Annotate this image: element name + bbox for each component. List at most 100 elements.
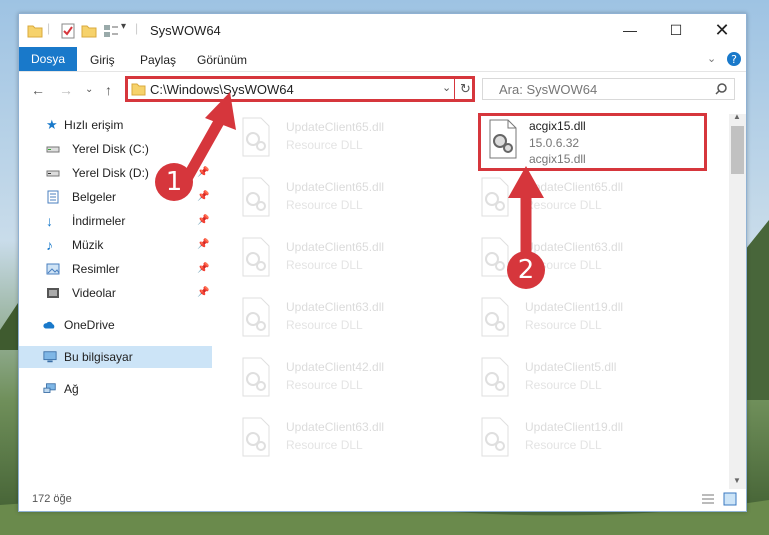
folder-icon [27, 25, 43, 38]
search-icon[interactable] [715, 83, 727, 95]
star-icon: ★ [46, 117, 58, 132]
sidebar-item-label: OneDrive [64, 318, 115, 332]
file-type: Resource DLL [286, 258, 363, 272]
sidebar-item-this-pc[interactable]: Bu bilgisayar [19, 346, 212, 368]
sidebar-item-label: Videolar [72, 286, 116, 300]
scrollbar-thumb[interactable] [731, 126, 744, 174]
sidebar-item-network[interactable]: Ağ [19, 378, 212, 400]
file-item[interactable]: UpdateClient42.dll Resource DLL [224, 354, 454, 404]
status-bar: 172 öğe [19, 489, 746, 511]
title-bar[interactable]: | ▾ | SysWOW64 — ☐ ✕ [19, 14, 746, 47]
tab-home[interactable]: Giriş [90, 50, 115, 70]
network-icon [43, 383, 56, 393]
dll-file-icon [242, 417, 270, 457]
dll-file-icon [242, 237, 270, 277]
customize-toolbar-icon[interactable] [103, 23, 119, 39]
sidebar-item-label: Yerel Disk (C:) [72, 142, 149, 156]
file-name: UpdateClient65.dll [286, 240, 385, 254]
file-item[interactable]: UpdateClient65.dll Resource DLL [224, 234, 454, 284]
sidebar-item-music[interactable]: ♪ Müzik 📌 [19, 234, 212, 256]
properties-icon[interactable] [60, 23, 76, 39]
tab-view[interactable]: Görünüm [197, 50, 247, 70]
sidebar-item-onedrive[interactable]: OneDrive [19, 314, 212, 336]
music-icon: ♪ [46, 237, 53, 253]
file-name: UpdateClient19.dll [525, 420, 624, 434]
sidebar-item-label: İndirmeler [72, 214, 126, 228]
pin-icon[interactable]: 📌 [197, 210, 209, 232]
file-type: Resource DLL [286, 378, 363, 392]
file-name: acgix15.dll [529, 119, 586, 133]
separator: | [135, 21, 139, 35]
dll-file-icon [481, 357, 509, 397]
file-type: Resource DLL [525, 378, 602, 392]
details-view-icon[interactable] [701, 493, 715, 505]
close-button[interactable]: ✕ [699, 14, 745, 47]
sidebar-item-label: Müzik [72, 238, 104, 252]
dll-file-icon [489, 119, 517, 159]
item-count: 172 öğe [32, 493, 72, 505]
scroll-up-icon[interactable]: ▲ [733, 112, 741, 121]
large-icons-view-icon[interactable] [723, 492, 737, 506]
file-name: UpdateClient65.dll [286, 120, 385, 134]
file-item[interactable]: UpdateClient5.dll Resource DLL [463, 354, 693, 404]
vertical-scrollbar[interactable]: ▲ ▼ [729, 112, 746, 489]
file-item[interactable]: UpdateClient19.dll Resource DLL [463, 294, 693, 344]
drive-icon [46, 146, 60, 153]
file-name: UpdateClient5.dll [525, 360, 617, 374]
chevron-down-icon[interactable]: ▾ [121, 21, 126, 32]
sidebar-item-videos[interactable]: Videolar 📌 [19, 282, 212, 304]
file-item[interactable]: UpdateClient19.dll Resource DLL [463, 414, 693, 464]
tab-share[interactable]: Paylaş [140, 50, 176, 70]
sidebar-item-label: Yerel Disk (D:) [72, 166, 149, 180]
file-item[interactable]: UpdateClient63.dll Resource DLL [224, 294, 454, 344]
separator [454, 76, 455, 100]
folder-icon [131, 83, 146, 96]
file-type: Resource DLL [286, 318, 363, 332]
downloads-icon: ↓ [46, 213, 53, 229]
file-type: Resource DLL [525, 438, 602, 452]
help-icon[interactable]: ? [726, 51, 742, 67]
window-title: SysWOW64 [150, 23, 221, 38]
recent-locations-chevron-icon[interactable]: ⌄ [85, 84, 93, 95]
address-dropdown-icon[interactable]: ⌄ [442, 81, 451, 94]
pin-icon[interactable]: 📌 [197, 234, 209, 256]
step-badge-2: 2 [507, 251, 545, 289]
up-arrow-icon[interactable]: ↑ [105, 82, 112, 98]
back-arrow-icon[interactable]: ← [31, 82, 45, 98]
svg-text:?: ? [731, 53, 737, 66]
maximize-button[interactable]: ☐ [653, 14, 699, 47]
file-type: Resource DLL [286, 438, 363, 452]
dll-file-icon [242, 357, 270, 397]
drive-icon [46, 170, 60, 177]
file-item[interactable]: UpdateClient65.dll Resource DLL [463, 174, 693, 224]
sidebar-item-pictures[interactable]: Resimler 📌 [19, 258, 212, 280]
pin-icon[interactable]: 📌 [197, 282, 209, 304]
file-type: Resource DLL [286, 138, 363, 152]
minimize-button[interactable]: — [607, 14, 653, 47]
sidebar-item-label: Hızlı erişim [64, 118, 124, 132]
expand-ribbon-icon[interactable]: ⌄ [707, 52, 716, 65]
file-name: UpdateClient63.dll [286, 420, 385, 434]
sidebar-item-downloads[interactable]: ↓ İndirmeler 📌 [19, 210, 212, 232]
scroll-down-icon[interactable]: ▼ [733, 476, 741, 485]
dll-file-icon [481, 297, 509, 337]
cloud-icon [43, 321, 55, 329]
new-folder-icon[interactable] [81, 23, 97, 39]
search-box[interactable]: Ara: SysWOW64 [482, 78, 735, 100]
file-name: UpdateClient42.dll [286, 360, 385, 374]
search-placeholder: Ara: SysWOW64 [499, 82, 598, 97]
dll-file-icon [242, 297, 270, 337]
pin-icon[interactable]: 📌 [197, 258, 209, 280]
tab-file[interactable]: Dosya [19, 47, 77, 71]
navigation-bar: ← → ⌄ ↑ C:\Windows\SysWOW64 ⌄ ↻ Ara: Sys… [19, 71, 746, 108]
file-type: Resource DLL [286, 198, 363, 212]
videos-icon [47, 288, 59, 298]
file-item[interactable]: UpdateClient63.dll Resource DLL [224, 414, 454, 464]
file-item[interactable]: UpdateClient63.dll Resource DLL [463, 234, 693, 284]
forward-arrow-icon[interactable]: → [59, 82, 73, 98]
dll-file-icon [481, 417, 509, 457]
file-list: UpdateClient65.dll Resource DLL UpdateCl… [224, 113, 729, 489]
file-name: UpdateClient63.dll [286, 300, 385, 314]
separator: | [47, 21, 51, 35]
refresh-icon[interactable]: ↻ [460, 81, 471, 97]
